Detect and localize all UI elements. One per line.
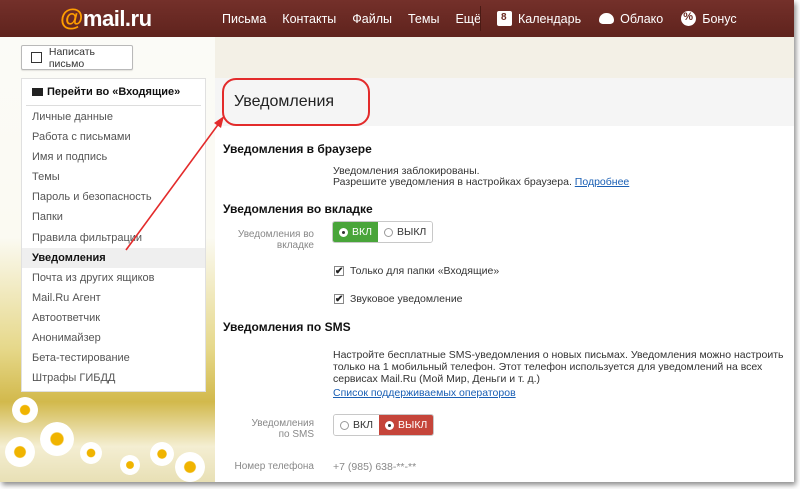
sidebar-item[interactable]: Почта из других ящиков <box>22 268 205 288</box>
sound-checkbox[interactable]: ✔ Звуковое уведомление <box>334 293 463 305</box>
sidebar-item[interactable]: Пароль и безопасность <box>22 187 205 207</box>
flower-decor <box>80 442 102 464</box>
radio-unselected <box>340 420 349 430</box>
radio-selected <box>339 227 348 237</box>
content-header: Уведомления <box>215 78 794 126</box>
nav-calendar[interactable]: Календарь <box>497 11 581 26</box>
browser-hint-text: Разрешите уведомления в настройках брауз… <box>333 176 630 188</box>
goto-inbox-link[interactable]: Перейти во «Входящие» <box>22 79 205 105</box>
sidebar-item[interactable]: Личные данные <box>22 107 205 127</box>
phone-value: +7 (985) 638-**-** <box>333 461 417 473</box>
app-window: @mail.ru Письма Контакты Файлы Темы Ещё … <box>0 0 794 482</box>
compose-icon <box>31 52 42 63</box>
sidebar-item[interactable]: Mail.Ru Агент <box>22 288 205 308</box>
cloud-icon <box>599 13 615 24</box>
flower-decor <box>175 452 205 482</box>
tab-toggle-off[interactable]: ВЫКЛ <box>378 222 433 242</box>
sidebar-item[interactable]: Штрафы ГИБДД <box>22 368 205 388</box>
checkbox-checked-icon: ✔ <box>334 294 344 305</box>
radio-selected <box>385 420 395 430</box>
section-heading-browser: Уведомления в браузере <box>223 142 372 156</box>
tab-toggle-on[interactable]: ВКЛ <box>333 222 379 242</box>
settings-menu: Личные данные Работа с письмами Имя и подп… <box>22 106 205 388</box>
sms-toggle-label: Уведомления по SMS <box>251 418 314 440</box>
radio-unselected <box>384 227 394 237</box>
nav-more[interactable]: Ещё <box>455 12 481 26</box>
section-heading-tab: Уведомления во вкладке <box>223 202 373 216</box>
flower-decor <box>12 397 38 423</box>
sms-desc-line1: Настройте бесплатные SMS-уведомления о н… <box>333 349 784 361</box>
sidebar-item[interactable]: Темы <box>22 167 205 187</box>
sms-toggle-off[interactable]: ВЫКЛ <box>379 415 434 435</box>
section-heading-sms: Уведомления по SMS <box>223 320 351 334</box>
sms-desc-line3: сервисах Mail.Ru (Мой Мир, Деньги и т. д… <box>333 373 541 385</box>
annotation-highlight <box>222 78 370 126</box>
sidebar-item[interactable]: Работа с письмами <box>22 127 205 147</box>
more-link[interactable]: Подробнее <box>575 176 629 188</box>
sidebar-item[interactable]: Уведомления <box>22 247 205 268</box>
main-nav: Письма Контакты Файлы Темы Ещё <box>222 0 497 37</box>
nav-letters[interactable]: Письма <box>222 12 266 26</box>
nav-files[interactable]: Файлы <box>352 12 392 26</box>
sidebar-item[interactable]: Правила фильтрации <box>22 228 205 248</box>
nav-themes[interactable]: Темы <box>408 12 439 26</box>
nav-cloud[interactable]: Облако <box>599 12 663 26</box>
sidebar-item[interactable]: Анонимайзер <box>22 328 205 348</box>
flower-decor <box>5 437 35 467</box>
top-bar: @mail.ru Письма Контакты Файлы Темы Ещё … <box>0 0 794 37</box>
sms-desc-line2: только на 1 мобильный телефон. Этот теле… <box>333 361 763 373</box>
settings-content: Уведомления Уведомления в браузере Уведо… <box>215 78 794 482</box>
flower-decor <box>150 442 174 466</box>
sms-toggle-on[interactable]: ВКЛ <box>334 415 380 435</box>
apps-nav: Календарь Облако Бонус <box>497 0 755 37</box>
settings-sidebar: Перейти во «Входящие» Личные данные Работ… <box>21 78 206 392</box>
nav-bonus[interactable]: Бонус <box>681 11 737 26</box>
tab-toggle-label: Уведомления во вкладке <box>237 229 314 251</box>
mailru-logo[interactable]: @mail.ru <box>60 5 152 33</box>
envelope-icon <box>32 88 43 96</box>
operators-link-wrap: Список поддерживаемых операторов <box>333 387 516 399</box>
sms-notify-toggle: ВКЛ ВЫКЛ <box>333 414 435 436</box>
flower-decor <box>40 422 74 456</box>
inbox-only-checkbox[interactable]: ✔ Только для папки «Входящие» <box>334 265 499 277</box>
sidebar-item[interactable]: Бета-тестирование <box>22 348 205 368</box>
sidebar-item[interactable]: Папки <box>22 207 205 227</box>
checkbox-checked-icon: ✔ <box>334 266 344 277</box>
operators-link[interactable]: Список поддерживаемых операторов <box>333 387 516 399</box>
calendar-icon <box>497 11 512 26</box>
bonus-icon <box>681 11 697 26</box>
nav-contacts[interactable]: Контакты <box>282 12 336 26</box>
tab-notify-toggle: ВКЛ ВЫКЛ <box>332 221 434 243</box>
compose-button[interactable]: Написать письмо <box>21 45 133 70</box>
sidebar-item[interactable]: Автоответчик <box>22 308 205 328</box>
flower-decor <box>120 455 140 475</box>
nav-divider <box>480 6 481 31</box>
phone-label: Номер телефона <box>234 461 314 472</box>
sidebar-item[interactable]: Имя и подпись <box>22 147 205 167</box>
